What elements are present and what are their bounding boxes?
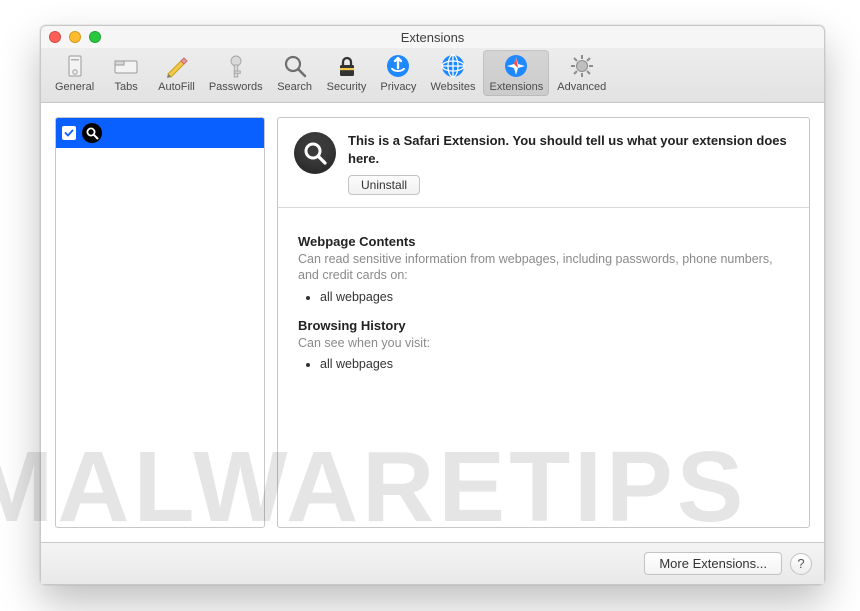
websites-icon	[439, 52, 467, 80]
bottom-bar: More Extensions... ?	[41, 542, 824, 584]
uninstall-button[interactable]: Uninstall	[348, 175, 420, 195]
tab-advanced[interactable]: Advanced	[551, 50, 612, 96]
browsing-history-item: all webpages	[320, 357, 789, 371]
browsing-history-subtitle: Can see when you visit:	[298, 335, 789, 351]
search-icon	[281, 52, 309, 80]
browsing-history-title: Browsing History	[298, 318, 789, 333]
extension-magnifier-icon	[82, 123, 102, 143]
tabs-icon	[112, 52, 140, 80]
tab-label: General	[55, 81, 94, 93]
tab-label: Advanced	[557, 81, 606, 93]
extension-description: This is a Safari Extension. You should t…	[348, 133, 787, 166]
tab-label: Websites	[430, 81, 475, 93]
autofill-icon	[162, 52, 190, 80]
tab-passwords[interactable]: Passwords	[203, 50, 269, 96]
preferences-window: Extensions General Tabs AutoFill Pa	[40, 25, 825, 585]
zoom-window-button[interactable]	[89, 31, 101, 43]
tab-general[interactable]: General	[49, 50, 100, 96]
advanced-icon	[568, 52, 596, 80]
tab-label: Extensions	[489, 81, 543, 93]
extension-description-block: This is a Safari Extension. You should t…	[348, 132, 793, 195]
tab-label: Tabs	[115, 81, 138, 93]
general-icon	[61, 52, 89, 80]
extension-enable-checkbox[interactable]	[62, 126, 76, 140]
security-icon	[333, 52, 361, 80]
content-area: This is a Safari Extension. You should t…	[41, 103, 824, 542]
checkmark-icon	[64, 128, 74, 138]
preferences-toolbar: General Tabs AutoFill Passwords Search	[41, 48, 824, 103]
tab-websites[interactable]: Websites	[424, 50, 481, 96]
minimize-window-button[interactable]	[69, 31, 81, 43]
tab-extensions[interactable]: Extensions	[483, 50, 549, 96]
tab-search[interactable]: Search	[271, 50, 319, 96]
tab-autofill[interactable]: AutoFill	[152, 50, 201, 96]
webpage-contents-title: Webpage Contents	[298, 234, 789, 249]
tab-security[interactable]: Security	[321, 50, 373, 96]
tab-tabs[interactable]: Tabs	[102, 50, 150, 96]
extensions-sidebar	[55, 117, 265, 528]
passwords-icon	[222, 52, 250, 80]
extension-large-icon	[294, 132, 336, 174]
extension-list-item[interactable]	[56, 118, 264, 148]
extension-permissions: Webpage Contents Can read sensitive info…	[278, 208, 809, 407]
close-window-button[interactable]	[49, 31, 61, 43]
tab-label: Privacy	[380, 81, 416, 93]
webpage-contents-item: all webpages	[320, 290, 789, 304]
tab-label: Passwords	[209, 81, 263, 93]
extension-detail-panel: This is a Safari Extension. You should t…	[277, 117, 810, 528]
window-controls	[49, 31, 101, 43]
extensions-icon	[502, 52, 530, 80]
window-title: Extensions	[41, 30, 824, 45]
tab-label: AutoFill	[158, 81, 195, 93]
extension-header: This is a Safari Extension. You should t…	[278, 118, 809, 208]
help-button[interactable]: ?	[790, 553, 812, 575]
tab-label: Security	[327, 81, 367, 93]
tab-privacy[interactable]: Privacy	[374, 50, 422, 96]
tab-label: Search	[277, 81, 312, 93]
titlebar: Extensions	[41, 26, 824, 48]
webpage-contents-subtitle: Can read sensitive information from webp…	[298, 251, 789, 284]
privacy-icon	[384, 52, 412, 80]
more-extensions-button[interactable]: More Extensions...	[644, 552, 782, 575]
